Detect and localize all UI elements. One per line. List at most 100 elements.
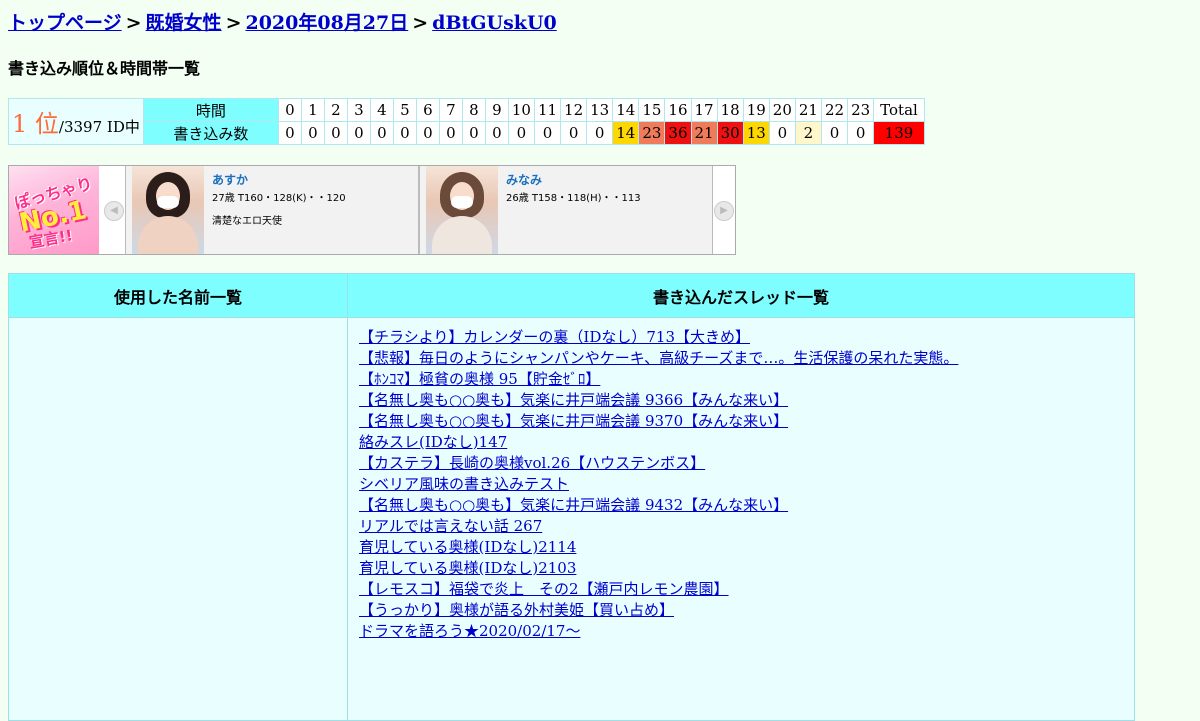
hour-count-cell: 0 xyxy=(323,121,348,145)
hour-cell: 11 xyxy=(533,98,562,122)
hour-count-cell: 0 xyxy=(507,121,535,145)
hourly-post-table: 1 位/3397 ID中 時間 0 1 2 3 4 5 6 7 8 9 10 11 12 13 14 15 16… xyxy=(8,98,925,145)
hour-count-cell: 0 xyxy=(461,121,486,145)
hour-count-cell: 30 xyxy=(716,121,744,145)
thread-link[interactable]: 【うっかり】奥様が語る外村美姫【買い占め】 xyxy=(359,601,674,619)
profile-name[interactable]: みなみ xyxy=(506,171,641,188)
thread-link[interactable]: 【名無し奥も○○奥も】気楽に井戸端会議 9366【みんな来い】 xyxy=(359,391,788,409)
thread-list-item: 育児している奥様(IDなし)2114 xyxy=(359,537,1133,558)
thread-list-item: 【チラシより】カレンダーの裏（IDなし）713【大きめ】 xyxy=(359,327,1133,348)
rank-cell: 1 位/3397 ID中 xyxy=(8,98,144,145)
hour-cell: 19 xyxy=(742,98,770,122)
total-count: 139 xyxy=(873,121,925,145)
breadcrumb-separator: > xyxy=(225,12,242,34)
hour-cell: 16 xyxy=(664,98,692,122)
thread-link[interactable]: 絡みスレ(IDなし)147 xyxy=(359,433,507,451)
ad-profile-card[interactable]: あすか 27歳 T160・128(K)・・120 清楚なエロ天使 xyxy=(125,166,419,254)
hour-cell: 15 xyxy=(638,98,666,122)
rank-total: /3397 ID中 xyxy=(58,118,140,136)
hour-count-cell: 0 xyxy=(346,121,371,145)
breadcrumb-date-link[interactable]: 2020年08月27日 xyxy=(245,12,408,34)
hour-cell: 5 xyxy=(392,98,417,122)
thread-list-item: 【ﾎﾝｺﾏ】極貧の奥様 95【貯金ｾﾞﾛ】 xyxy=(359,369,1133,390)
hour-cell: 18 xyxy=(716,98,744,122)
hour-cell: 23 xyxy=(847,98,875,122)
hour-count-cell: 21 xyxy=(690,121,718,145)
thread-list-item: 育児している奥様(IDなし)2103 xyxy=(359,558,1133,579)
thread-link[interactable]: 【チラシより】カレンダーの裏（IDなし）713【大きめ】 xyxy=(359,328,750,346)
hour-count-cell: 0 xyxy=(768,121,796,145)
profile-photo xyxy=(426,166,498,254)
hour-cell: 20 xyxy=(768,98,796,122)
thread-link[interactable]: 育児している奥様(IDなし)2114 xyxy=(359,538,576,556)
hour-count-cell: 14 xyxy=(612,121,640,145)
hour-cell: 6 xyxy=(415,98,440,122)
breadcrumb-top-link[interactable]: トップページ xyxy=(8,12,122,34)
thread-list-item: 【悲報】毎日のようにシャンパンやケーキ、高級チーズまで…。生活保護の呆れた実態。 xyxy=(359,348,1133,369)
thread-link[interactable]: シベリア風味の書き込みテスト xyxy=(359,475,569,493)
time-label: 時間 xyxy=(142,98,279,122)
hour-count-cell: 0 xyxy=(484,121,509,145)
thread-list-item: 【名無し奥も○○奥も】気楽に井戸端会議 9366【みんな来い】 xyxy=(359,390,1133,411)
breadcrumb-id-link[interactable]: dBtGUskU0 xyxy=(432,12,557,34)
thread-list-item: 【うっかり】奥様が語る外村美姫【買い占め】 xyxy=(359,600,1133,621)
ad-profile-card[interactable]: みなみ 26歳 T158・118(H)・・113 xyxy=(419,166,713,254)
thread-link[interactable]: リアルでは言えない話 267 xyxy=(359,517,542,535)
thread-list-item: シベリア風味の書き込みテスト xyxy=(359,474,1133,495)
section-title: 書き込み順位＆時間帯一覧 xyxy=(8,59,201,78)
carousel-next-icon[interactable]: ▶ xyxy=(714,201,734,221)
thread-link[interactable]: 【ﾎﾝｺﾏ】極貧の奥様 95【貯金ｾﾞﾛ】 xyxy=(359,370,600,388)
hour-count-cell: 23 xyxy=(638,121,666,145)
profile-stats: 27歳 T160・128(K)・・120 xyxy=(212,193,346,204)
thread-link[interactable]: ドラマを語ろう★2020/02/17～ xyxy=(359,622,580,640)
hour-cell: 9 xyxy=(484,98,509,122)
hour-cell: 22 xyxy=(820,98,849,122)
profile-photo xyxy=(132,166,204,254)
profile-name[interactable]: あすか xyxy=(212,171,346,188)
thread-link[interactable]: 【カステラ】長崎の奥様vol.26【ハウステンボス】 xyxy=(359,454,705,472)
thread-link[interactable]: 育児している奥様(IDなし)2103 xyxy=(359,559,576,577)
hour-count-cell: 0 xyxy=(533,121,562,145)
thread-list-item: リアルでは言えない話 267 xyxy=(359,516,1133,537)
hours-row: 1 位/3397 ID中 時間 0 1 2 3 4 5 6 7 8 9 10 11 12 13 14 15 16… xyxy=(8,98,925,145)
hour-cell: 7 xyxy=(438,98,463,122)
total-label: Total xyxy=(873,98,925,122)
breadcrumb-board-link[interactable]: 既婚女性 xyxy=(146,12,222,34)
hour-cell: 13 xyxy=(586,98,614,122)
breadcrumb-separator: > xyxy=(125,12,142,34)
hour-cell: 3 xyxy=(346,98,371,122)
hour-count-cell: 0 xyxy=(277,121,302,145)
hour-count-cell: 0 xyxy=(369,121,394,145)
hour-cell: 10 xyxy=(507,98,535,122)
profile-stats: 26歳 T158・118(H)・・113 xyxy=(506,193,641,204)
count-label: 書き込み数 xyxy=(142,121,279,145)
hour-cell: 2 xyxy=(323,98,348,122)
ad-logo[interactable]: ぽっちゃり No.1 宣言!! xyxy=(9,166,99,254)
hour-count-cell: 0 xyxy=(586,121,614,145)
hour-cell: 12 xyxy=(560,98,588,122)
thread-list: 【チラシより】カレンダーの裏（IDなし）713【大きめ】【悲報】毎日のようにシャ… xyxy=(349,319,1133,642)
thread-link[interactable]: 【悲報】毎日のようにシャンパンやケーキ、高級チーズまで…。生活保護の呆れた実態。 xyxy=(359,349,958,367)
counts-row: 書き込み数 0 0 0 0 0 0 0 0 0 0 0 0 0 0 14 23 36 21 30 13 0 2 0 0 139 xyxy=(9,121,925,145)
profile-comment: 清楚なエロ天使 xyxy=(212,216,282,227)
names-header: 使用した名前一覧 xyxy=(8,273,348,318)
ad-banner[interactable]: ぽっちゃり No.1 宣言!! ◀ あすか 27歳 T160・128(K)・・1… xyxy=(8,165,736,255)
hour-count-cell: 0 xyxy=(560,121,588,145)
thread-link[interactable]: 【レモスコ】福袋で炎上 その2【瀬戸内レモン農園】 xyxy=(359,580,729,598)
names-list xyxy=(10,319,346,327)
thread-link[interactable]: 【名無し奥も○○奥も】気楽に井戸端会議 9432【みんな来い】 xyxy=(359,496,788,514)
hour-count-cell: 0 xyxy=(847,121,875,145)
carousel-prev-icon[interactable]: ◀ xyxy=(104,201,124,221)
thread-list-item: 【名無し奥も○○奥も】気楽に井戸端会議 9432【みんな来い】 xyxy=(359,495,1133,516)
hour-cell: 8 xyxy=(461,98,486,122)
hour-count-cell: 13 xyxy=(742,121,770,145)
hour-count-cell: 36 xyxy=(664,121,692,145)
hour-count-cell: 2 xyxy=(794,121,822,145)
hour-count-cell: 0 xyxy=(438,121,463,145)
names-threads-table: 使用した名前一覧 書き込んだスレッド一覧 【チラシより】カレンダーの裏（IDなし… xyxy=(8,273,1135,721)
hour-cell: 14 xyxy=(612,98,640,122)
thread-link[interactable]: 【名無し奥も○○奥も】気楽に井戸端会議 9370【みんな来い】 xyxy=(359,412,788,430)
thread-list-item: 【名無し奥も○○奥も】気楽に井戸端会議 9370【みんな来い】 xyxy=(359,411,1133,432)
thread-list-item: 【カステラ】長崎の奥様vol.26【ハウステンボス】 xyxy=(359,453,1133,474)
breadcrumb-separator: > xyxy=(412,12,429,34)
